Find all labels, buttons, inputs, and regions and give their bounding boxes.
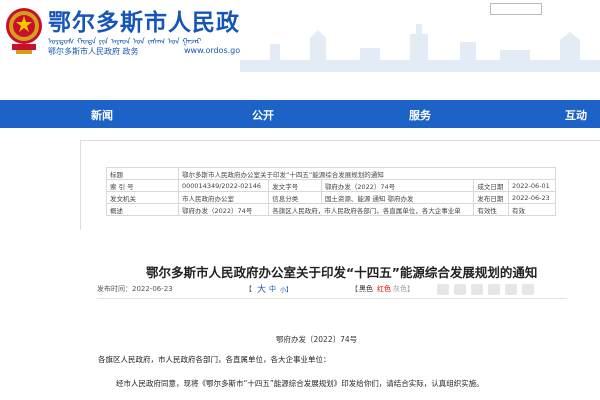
category-value: 国土资源、能源 通知 鄂府办发 (320, 191, 475, 204)
publish-date: 发布时间：2022-06-23 (97, 285, 173, 293)
font-medium-link[interactable]: 中 (269, 284, 276, 294)
category-label: 信息分类 (268, 191, 322, 204)
site-title: 鄂尔多斯市人民政府 (48, 10, 264, 36)
main-nav: 新闻 公开 服务 互动 (0, 100, 600, 128)
nav-news[interactable]: 新闻 (91, 107, 113, 123)
search-input[interactable] (490, 3, 542, 15)
nav-public[interactable]: 公开 (252, 107, 274, 123)
city-skyline-icon (240, 0, 600, 72)
share-icon[interactable] (471, 284, 483, 295)
site-header: 鄂尔多斯市人民政府 ᠣᠷᠳᠣᠰ ᠬᠣᠲᠠ ᠶᠢᠨ ᠠᠷᠠᠳ ᠤᠨ ᠵᠠᠰᠠᠭ ᠤ… (0, 0, 600, 72)
validity-value: 有效 (507, 203, 557, 216)
share-icon[interactable] (505, 284, 517, 295)
color-bracket: 【 (351, 285, 358, 293)
index-label: 索 引 号 (106, 179, 179, 192)
table-row: 概述 鄂府办发（2022）74号 各旗区人民政府，市人民政府各部门，各直属单位，… (106, 203, 557, 216)
title-value: 鄂尔多斯市人民政府办公室关于印发“十四五”能源综合发展规划的通知 (178, 167, 556, 180)
org-label: 发文机关 (106, 191, 179, 204)
color-red-link[interactable]: 红色 (377, 284, 391, 294)
document-number: 鄂府办发〔2022〕74号 (276, 335, 358, 344)
publish-date-value: 2022-06-23 (507, 191, 557, 204)
share-icon[interactable] (488, 284, 500, 295)
document-info-table: 标题 鄂尔多斯市人民政府办公室关于印发“十四五”能源综合发展规划的通知 索 引 … (106, 167, 557, 216)
share-icon[interactable] (437, 284, 449, 295)
publish-date-label: 发布日期 (473, 191, 509, 204)
org-value: 市人民政府办公室 (177, 191, 270, 204)
validity-label: 有效性 (473, 203, 509, 216)
body-paragraph: 各旗区人民政府，市人民政府各部门，各直属单位，各大企事业单位： (98, 355, 331, 364)
written-date-label: 成文日期 (473, 179, 509, 192)
summary-label: 概述 (106, 203, 179, 216)
written-date-value: 2022-06-01 (507, 179, 557, 192)
doc-number-label: 发文字号 (268, 179, 322, 192)
font-large-link[interactable]: 大 (257, 282, 266, 295)
title-label: 标题 (106, 167, 179, 180)
site-subtitle: 鄂尔多斯市人民政府 政务 (48, 47, 139, 56)
color-black-link[interactable]: 黑色 (359, 284, 373, 294)
share-icon[interactable] (522, 284, 534, 295)
share-icon[interactable] (454, 284, 466, 295)
national-emblem-icon (6, 8, 42, 54)
font-size-bracket: 【 (245, 285, 252, 293)
divider (97, 298, 567, 299)
table-row: 索 引 号 000014349/2022-02146 发文字号 鄂府办发（202… (106, 179, 557, 192)
doc-number-value: 鄂府办发（2022）74号 (320, 179, 475, 192)
summary-value: 鄂府办发（2022）74号 (177, 203, 270, 216)
table-row: 标题 鄂尔多斯市人民政府办公室关于印发“十四五”能源综合发展规划的通知 (106, 167, 556, 180)
color-gray-link[interactable]: 灰色】 (393, 284, 414, 294)
table-row: 发文机关 市人民政府办公室 信息分类 国土资源、能源 通知 鄂府办发 发布日期 … (106, 191, 557, 204)
index-value: 000014349/2022-02146 (177, 179, 270, 192)
nav-service[interactable]: 服务 (409, 107, 431, 123)
article-title: 鄂尔多斯市人民政府办公室关于印发“十四五”能源综合发展规划的通知 (146, 265, 538, 280)
share-icons (437, 284, 567, 296)
nav-interact[interactable]: 互动 (565, 107, 587, 123)
article-meta: 发布时间：2022-06-23 【 大 中 小】 【 黑色 红色 灰色】 (97, 284, 567, 298)
mongolian-title: ᠣᠷᠳᠣᠰ ᠬᠣᠲᠠ ᠶᠢᠨ ᠠᠷᠠᠳ ᠤᠨ ᠵᠠᠰᠠᠭ ᠤᠨ ᠭᠠᠵᠠᠷ (48, 37, 202, 46)
summary-text: 各旗区人民政府，市人民政府各部门，各直属单位，各大企事业单 (268, 203, 475, 216)
body-paragraph: 经市人民政府同意，现将《鄂尔多斯市“十四五”能源综合发展规划》印发给你们，请结合… (116, 379, 484, 388)
font-small-link[interactable]: 小】 (280, 285, 292, 294)
